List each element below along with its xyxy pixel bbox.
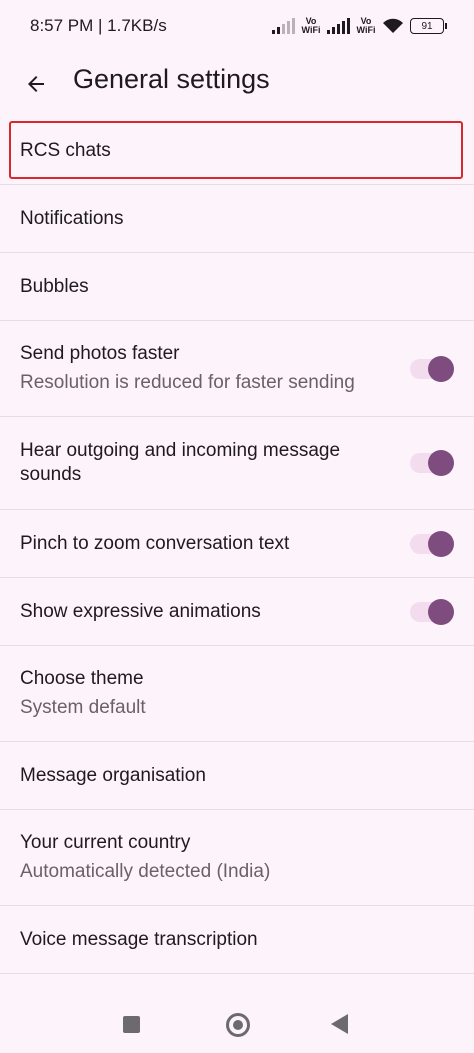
circle-home-icon[interactable] <box>226 1013 250 1037</box>
setting-title: Voice message transcription <box>20 928 258 950</box>
setting-bubbles[interactable]: Bubbles <box>0 253 474 321</box>
setting-message-organisation[interactable]: Message organisation <box>0 742 474 810</box>
settings-list: RCS chats Notifications Bubbles Send pho… <box>0 118 474 974</box>
setting-title: RCS chats <box>20 140 111 161</box>
setting-voice-transcription[interactable]: Voice message transcription <box>0 906 474 974</box>
message-sounds-toggle[interactable] <box>410 450 454 476</box>
setting-title: Pinch to zoom conversation text <box>20 532 290 554</box>
pinch-to-zoom-toggle[interactable] <box>410 530 454 557</box>
setting-message-sounds[interactable]: Hear outgoing and incoming message sound… <box>0 417 474 510</box>
wifi-icon <box>383 18 403 33</box>
signal-icon <box>327 18 350 34</box>
volte-label-1: Vo WiFi <box>301 16 321 35</box>
setting-notifications[interactable]: Notifications <box>0 185 474 253</box>
setting-title: Choose theme <box>20 668 144 689</box>
setting-title: Show expressive animations <box>20 600 261 622</box>
volte-label-2: Vo WiFi <box>356 16 376 35</box>
toggle-knob <box>428 530 454 557</box>
status-bar: 8:57 PM | 1.7KB/s Vo WiFi Vo WiFi 91 <box>0 0 474 52</box>
setting-subtitle: System default <box>20 697 146 718</box>
setting-send-photos-faster[interactable]: Send photos faster Resolution is reduced… <box>0 321 474 417</box>
toggle-knob <box>428 598 454 625</box>
setting-subtitle: Automatically detected (India) <box>20 861 271 882</box>
toggle-knob <box>428 355 454 382</box>
setting-title: Notifications <box>20 207 124 229</box>
setting-pinch-to-zoom[interactable]: Pinch to zoom conversation text <box>0 510 474 578</box>
setting-expressive-animations[interactable]: Show expressive animations <box>0 578 474 646</box>
navigation-bar <box>0 988 474 1053</box>
setting-choose-theme[interactable]: Choose theme System default <box>0 646 474 742</box>
back-button[interactable] <box>14 62 58 106</box>
setting-current-country[interactable]: Your current country Automatically detec… <box>0 810 474 906</box>
setting-title: Hear outgoing and incoming message sound… <box>20 440 341 485</box>
signal-icon-weak <box>272 18 295 34</box>
setting-title: Send photos faster <box>20 343 180 364</box>
setting-rcs-chats[interactable]: RCS chats <box>0 118 474 185</box>
setting-title: Message organisation <box>20 764 206 786</box>
setting-title: Bubbles <box>20 275 89 297</box>
triangle-back-icon[interactable] <box>331 1014 348 1034</box>
battery-icon: 91 <box>410 18 447 34</box>
setting-subtitle: Resolution is reduced for faster sending <box>20 372 355 393</box>
setting-title: Your current country <box>20 832 191 853</box>
battery-level: 91 <box>421 20 433 32</box>
toggle-knob <box>428 450 454 476</box>
status-time-speed: 8:57 PM | 1.7KB/s <box>30 16 167 35</box>
send-photos-faster-toggle[interactable] <box>410 355 454 382</box>
app-bar: General settings <box>0 52 474 116</box>
arrow-back-icon <box>28 76 44 92</box>
expressive-animations-toggle[interactable] <box>410 598 454 625</box>
page-title: General settings <box>73 64 270 94</box>
square-icon[interactable] <box>123 1016 140 1033</box>
status-icons: Vo WiFi Vo WiFi 91 <box>272 16 447 35</box>
